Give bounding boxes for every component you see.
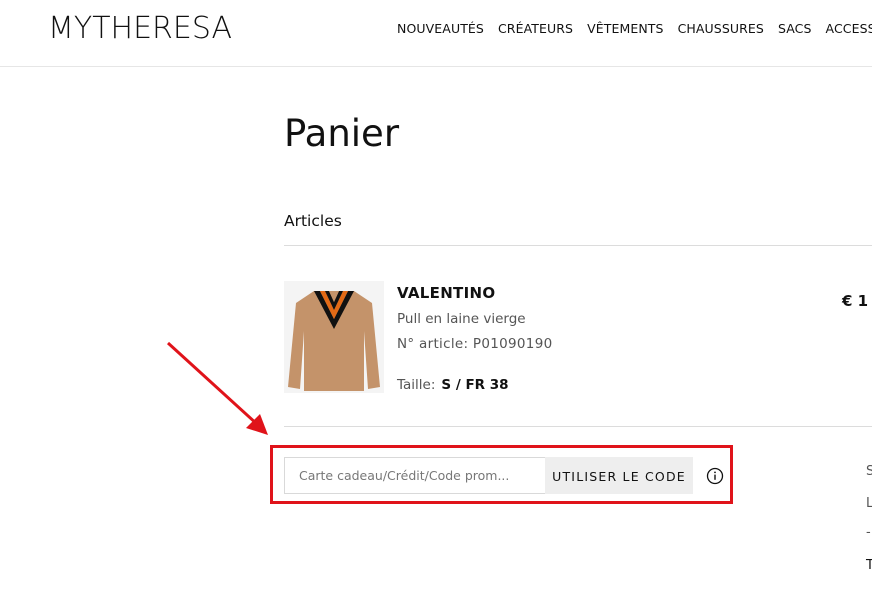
divider [284,245,872,246]
promo-code-input[interactable] [284,457,546,494]
nav-item-createurs[interactable]: CRÉATEURS [498,21,573,36]
sweater-image [284,281,384,393]
product-image[interactable] [284,281,384,393]
nav-item-nouveautes[interactable]: NOUVEAUTÉS [397,21,484,36]
summary-label-1: S [866,464,872,479]
product-article-number: N° article: P01090190 [397,336,553,352]
nav-item-chaussures[interactable]: CHAUSSURES [678,21,764,36]
annotation-arrow [166,341,268,435]
summary-label-3: - [866,525,871,540]
product-size: Taille: S / FR 38 [397,377,509,393]
product-brand[interactable]: VALENTINO [397,284,495,302]
articles-section-label: Articles [284,212,342,230]
nav-item-sacs[interactable]: SACS [778,21,812,36]
main-nav: NOUVEAUTÉS CRÉATEURS VÊTEMENTS CHAUSSURE… [397,21,872,36]
site-header: MYTHERESA NOUVEAUTÉS CRÉATEURS VÊTEMENTS… [0,0,872,67]
summary-label-4: T [866,558,872,573]
divider [284,426,872,427]
size-value: S / FR 38 [441,377,509,393]
page-title: Panier [284,112,400,155]
mytheresa-logo[interactable]: MYTHERESA [48,11,232,46]
summary-label-2: L [866,496,872,511]
info-icon[interactable] [706,467,724,485]
size-label: Taille: [397,377,436,393]
nav-item-vetements[interactable]: VÊTEMENTS [587,21,664,36]
nav-item-accessoires[interactable]: ACCESSOIRE [826,21,872,36]
product-price: € 1 5 [842,292,872,310]
product-description[interactable]: Pull en laine vierge [397,311,526,327]
apply-code-button[interactable]: UTILISER LE CODE [545,457,693,494]
